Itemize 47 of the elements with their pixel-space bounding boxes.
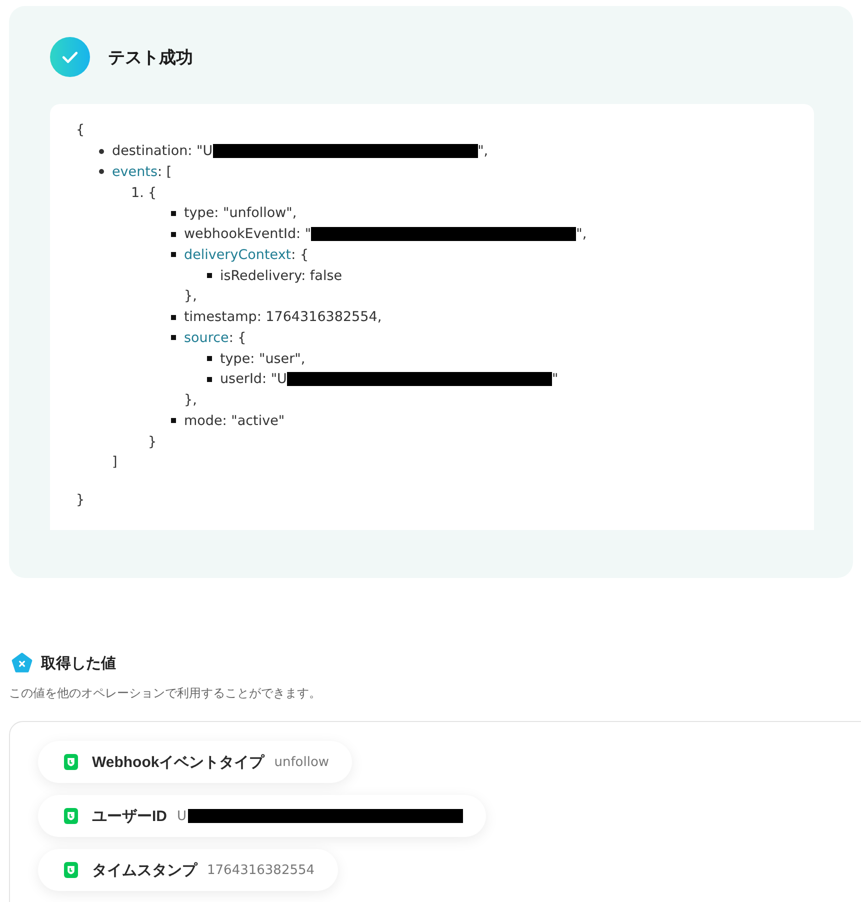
code-text: type: "user", <box>220 350 306 367</box>
shield-badge-icon <box>64 754 78 770</box>
bullet-icon <box>171 252 176 258</box>
value-label: タイムスタンプ <box>92 860 197 880</box>
bullet-icon <box>99 148 104 154</box>
bullet-icon <box>207 273 212 278</box>
code-text: ", <box>478 143 488 160</box>
bullet-icon <box>171 232 176 237</box>
bullet-icon <box>99 169 104 174</box>
code-text: deliveryContext: { <box>184 246 309 263</box>
code-text: ] <box>112 454 118 470</box>
code-text: mode: "active" <box>184 412 285 429</box>
list-number: 1. <box>131 184 145 201</box>
bullet-icon <box>171 418 176 424</box>
code-text: ", <box>576 226 587 242</box>
section-description: この値を他のオペレーションで利用することができます。 <box>9 685 322 702</box>
bullet-icon <box>171 314 176 320</box>
code-text: userId: "U <box>220 371 287 388</box>
code-text: webhookEventId: " <box>184 226 312 242</box>
code-text: } <box>148 434 157 450</box>
code-text: { <box>148 184 157 201</box>
bullet-icon <box>207 356 212 362</box>
shield-badge-icon <box>64 808 78 824</box>
bullet-icon <box>171 210 176 216</box>
pentagon-icon <box>11 652 33 674</box>
section-title: 取得した値 <box>41 654 116 672</box>
code-text: events: [ <box>112 164 172 180</box>
code-text: }, <box>184 288 197 304</box>
code-text: isRedelivery: false <box>220 268 342 284</box>
result-title: テスト成功 <box>108 46 193 68</box>
code-text: source: { <box>184 330 246 346</box>
check-icon <box>50 37 90 77</box>
code-text: type: "unfollow", <box>184 205 297 222</box>
code-text: } <box>76 492 85 508</box>
shield-badge-icon <box>64 862 78 878</box>
code-text: { <box>76 122 85 138</box>
value-label: Webhookイベントタイプ <box>92 752 264 772</box>
code-text: " <box>552 371 558 388</box>
value-text: U <box>177 808 187 824</box>
bullet-icon <box>171 335 176 340</box>
code-text: destination: "U <box>112 143 213 160</box>
code-text: timestamp: 1764316382554, <box>184 309 382 326</box>
bullet-icon <box>207 376 212 382</box>
value-text: 1764316382554 <box>207 862 315 878</box>
value-label: ユーザーID <box>92 806 167 826</box>
code-text: }, <box>184 392 197 408</box>
value-text: unfollow <box>274 754 330 770</box>
